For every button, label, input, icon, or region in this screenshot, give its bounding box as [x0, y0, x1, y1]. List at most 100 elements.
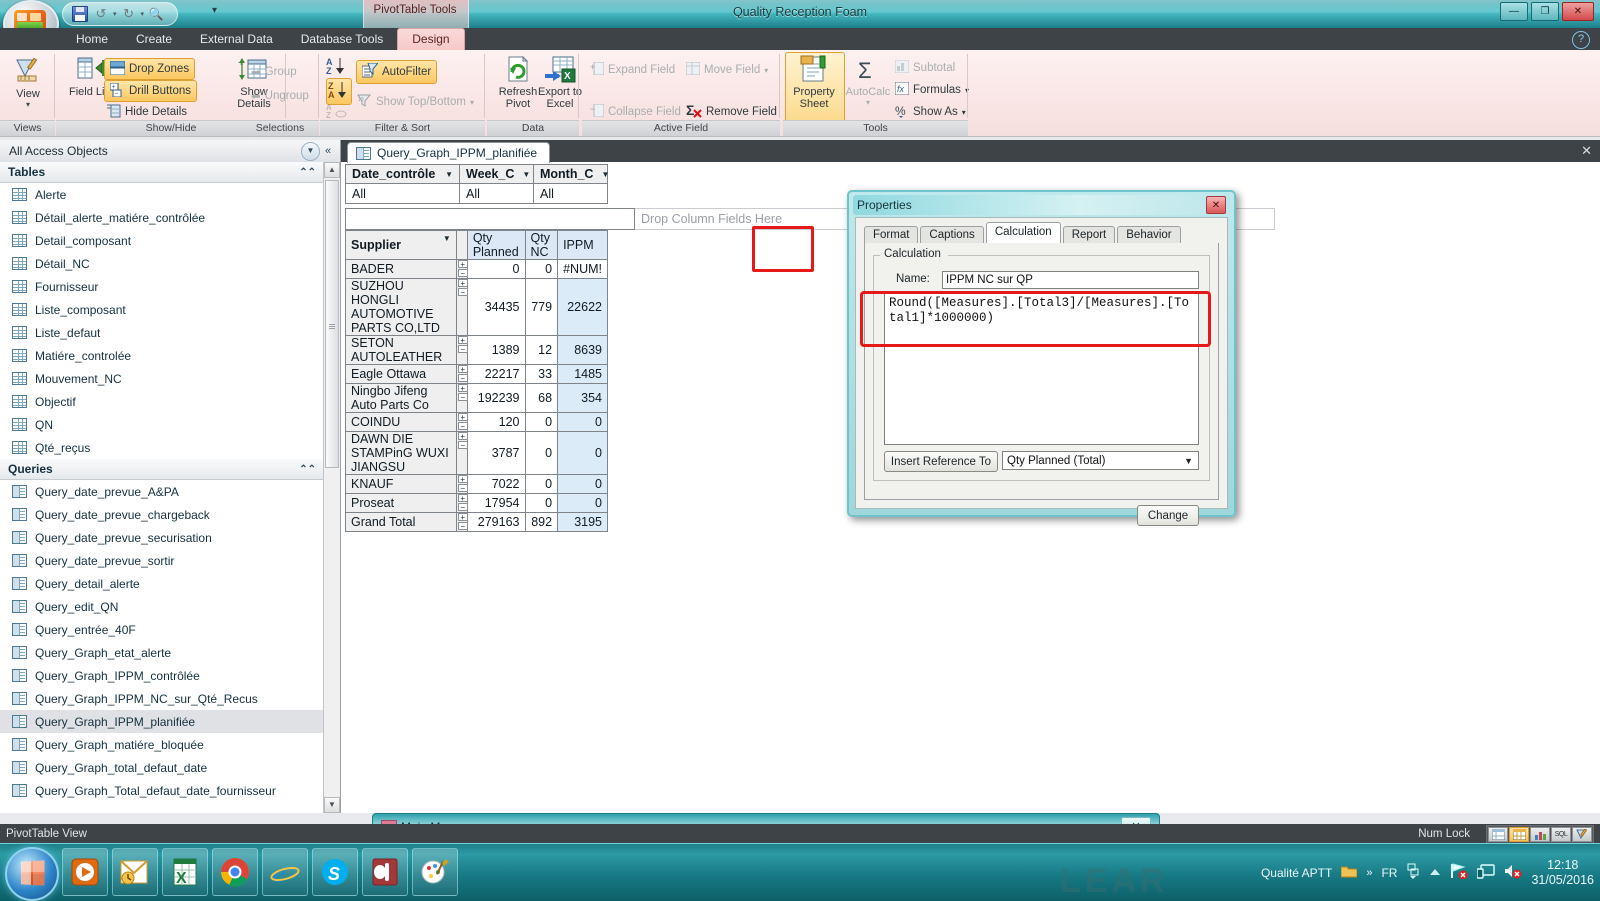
expand-icon[interactable]: + [457, 494, 468, 503]
folder-icon[interactable] [1340, 864, 1358, 881]
design-view-icon[interactable] [1572, 827, 1592, 842]
cell-ippm[interactable]: 0 [557, 474, 608, 494]
show-as-dropdown-icon[interactable]: ▾ [962, 108, 966, 117]
table-row[interactable]: SUZHOU HONGLI AUTOMOTIVE PARTS CO,LTD + −… [345, 278, 608, 336]
nav-item-query[interactable]: Query_date_prevue_sortir [0, 549, 324, 572]
cell-qty-planned[interactable]: 22217 [466, 364, 526, 384]
dialog-tab-report[interactable]: Report [1062, 226, 1116, 244]
minimize-button[interactable]: — [1500, 2, 1528, 21]
nav-item-query[interactable]: Query_Graph_Total_defaut_date_fournisseu… [0, 779, 324, 802]
taskbar-item-access[interactable] [362, 848, 408, 896]
chevron-up-icon[interactable]: ⌃⌃ [299, 464, 316, 475]
nav-item-table[interactable]: Liste_defaut [0, 321, 324, 344]
expand-icon[interactable]: + [457, 475, 468, 484]
show-top-bottom-dropdown-icon[interactable]: ▾ [470, 98, 474, 107]
document-tab[interactable]: Query_Graph_IPPM_planifiée [347, 142, 551, 163]
cell-qty-nc[interactable]: 12 [524, 335, 559, 365]
language-indicator[interactable]: FR [1381, 866, 1397, 880]
drill-buttons-cell[interactable]: + − [455, 431, 468, 475]
filter-value-month-c[interactable]: All [533, 184, 608, 204]
table-row[interactable]: BADER + − 0 0 #NUM! [345, 259, 608, 279]
cell-ippm[interactable]: 22622 [557, 278, 608, 336]
close-button[interactable]: ✕ [1562, 2, 1594, 21]
table-row[interactable]: Eagle Ottawa + − 22217 33 1485 [345, 364, 608, 384]
tab-external-data[interactable]: External Data [186, 28, 287, 50]
collapse-icon[interactable]: − [457, 422, 468, 431]
nav-item-query[interactable]: Query_Graph_total_defaut_date [0, 756, 324, 779]
print-preview-icon[interactable]: 🔍 [147, 6, 165, 23]
row-supplier-name[interactable]: Grand Total [345, 512, 457, 532]
table-row[interactable]: COINDU + − 120 0 0 [345, 412, 608, 432]
nav-item-query[interactable]: Query_Graph_etat_alerte [0, 641, 324, 664]
drill-buttons-cell[interactable]: + − [455, 335, 468, 365]
row-supplier-name[interactable]: BADER [345, 259, 457, 279]
autocalc-button[interactable]: Σ AutoCalc ▾ [841, 56, 895, 107]
sort-ascending-button[interactable]: AZ [326, 56, 348, 79]
nav-item-table[interactable]: Matiére_controlée [0, 344, 324, 367]
nav-item-table[interactable]: Fournisseur [0, 275, 324, 298]
expand-icon[interactable]: + [457, 432, 468, 441]
row-supplier-name[interactable]: SUZHOU HONGLI AUTOMOTIVE PARTS CO,LTD [345, 278, 457, 336]
calculation-name-input[interactable]: IPPM NC sur QP [942, 271, 1199, 289]
tab-home[interactable]: Home [62, 28, 122, 50]
nav-item-table[interactable]: Liste_composant [0, 298, 324, 321]
filter-value-week-c[interactable]: All [459, 184, 534, 204]
expand-icon[interactable]: + [457, 336, 468, 345]
close-document-icon[interactable]: ✕ [1581, 143, 1592, 159]
row-supplier-name[interactable]: Eagle Ottawa [345, 364, 457, 384]
chevron-down-icon[interactable]: ▼ [514, 170, 530, 179]
cell-qty-planned[interactable]: 0 [466, 259, 526, 279]
expand-icon[interactable]: + [457, 413, 468, 422]
nav-item-query[interactable]: Query_Graph_matiére_bloquée [0, 733, 324, 756]
cell-qty-nc[interactable]: 779 [524, 278, 559, 336]
show-as-button[interactable]: % Show As ▾ [895, 102, 966, 122]
cell-qty-planned[interactable]: 34435 [466, 278, 526, 336]
nav-item-query[interactable]: Query_Graph_IPPM_NC_sur_Qté_Recus [0, 687, 324, 710]
drill-buttons-cell[interactable]: + − [455, 278, 468, 336]
table-row[interactable]: KNAUF + − 7022 0 0 [345, 474, 608, 494]
pivot-row-field-header[interactable]: Supplier ▼ [345, 230, 457, 260]
table-row[interactable]: Proseat + − 17954 0 0 [345, 493, 608, 513]
show-top-bottom-button[interactable]: 10 Show Top/Bottom ▾ [356, 92, 474, 112]
expand-icon[interactable]: + [457, 384, 468, 393]
filter-field-month-c[interactable]: Month_C ▼ [533, 164, 609, 184]
volume-muted-icon[interactable] [1504, 863, 1522, 882]
row-supplier-name[interactable]: Proseat [345, 493, 457, 513]
nav-item-table[interactable]: QN [0, 413, 324, 436]
cell-qty-planned[interactable]: 1389 [466, 335, 526, 365]
filter-field-date-controle[interactable]: Date_contrôle ▼ [345, 164, 460, 184]
expand-icon[interactable]: + [457, 279, 468, 288]
collapse-icon[interactable]: − [457, 484, 468, 493]
cell-qty-nc[interactable]: 68 [524, 383, 559, 413]
cell-qty-nc[interactable]: 892 [524, 512, 559, 532]
insert-reference-to-button[interactable]: Insert Reference To [884, 451, 998, 472]
drill-buttons-cell[interactable]: + − [455, 383, 468, 413]
view-dropdown-icon[interactable]: ▾ [26, 100, 30, 109]
chevron-down-icon[interactable]: ▼ [435, 234, 451, 243]
table-row[interactable]: SETON AUTOLEATHER + − 1389 12 8639 [345, 335, 608, 365]
taskbar-item-chrome[interactable] [212, 848, 258, 896]
nav-item-query[interactable]: Query_detail_alerte [0, 572, 324, 595]
cell-qty-nc[interactable]: 0 [524, 259, 559, 279]
autocalc-dropdown-icon[interactable]: ▾ [866, 98, 870, 107]
tray-overflow-icon[interactable]: » [1366, 867, 1372, 879]
expand-icon[interactable]: + [457, 260, 468, 269]
cell-qty-planned[interactable]: 7022 [466, 474, 526, 494]
taskbar-clock[interactable]: 12:18 31/05/2016 [1531, 858, 1594, 888]
cell-ippm[interactable]: 0 [557, 493, 608, 513]
drill-buttons-button[interactable]: + − Drill Buttons [104, 80, 197, 102]
taskbar-item-internet-explorer[interactable]: e [262, 848, 308, 896]
double-chevron-left-icon[interactable]: « [320, 145, 336, 157]
row-supplier-name[interactable]: Ningbo Jifeng Auto Parts Co [345, 383, 457, 413]
chevron-up-icon[interactable]: ⌃⌃ [299, 167, 316, 178]
measure-header-qty-planned[interactable]: Qty Planned [466, 230, 526, 260]
chevron-down-icon[interactable]: ▼ [1184, 456, 1198, 466]
taskbar-item-outlook[interactable] [112, 848, 158, 896]
collapse-icon[interactable]: − [457, 503, 468, 512]
drill-buttons-cell[interactable]: + − [455, 512, 468, 532]
sort-descending-button[interactable]: ZA [326, 78, 352, 105]
scrollbar-thumb[interactable] [325, 180, 339, 468]
cell-ippm[interactable]: #NUM! [557, 259, 608, 279]
dialog-tab-calculation[interactable]: Calculation [985, 222, 1061, 244]
nav-item-query[interactable]: Query_date_prevue_securisation [0, 526, 324, 549]
